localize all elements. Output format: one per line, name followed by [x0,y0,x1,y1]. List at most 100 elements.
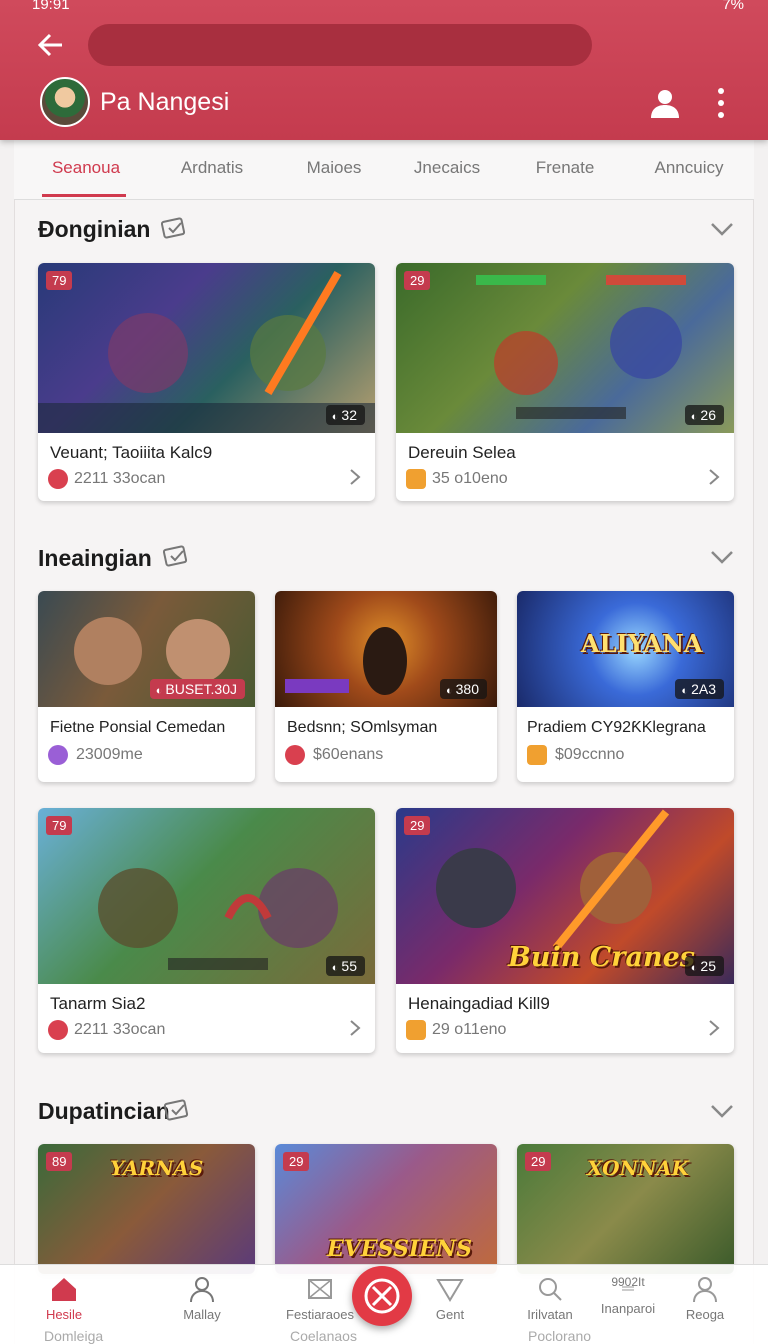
peek-label: Poclorano [528,1328,592,1344]
nav-label: Gent [435,1307,465,1322]
chevron-down-icon[interactable] [710,1104,734,1118]
game-title: Fietne Ponsial Cemedan [50,719,226,736]
game-card[interactable]: 29 26 Dereuin Selea 35 o10eno [396,263,734,501]
player-count: 55 [325,956,365,976]
game-thumbnail: Buin Cranes 29 25 [396,808,734,984]
game-logo-text: XONNAK [587,1156,690,1180]
game-meta: 2211 33ocan [74,470,166,487]
game-meta: $60enans [313,746,384,763]
profile-icon[interactable] [648,86,682,120]
game-card[interactable]: 380 Bedsnn; SOmlsyman $60enans [275,591,497,782]
flower-icon [285,745,305,765]
game-badge: 29 [404,816,431,835]
game-title: Tanarm Sia2 [50,994,146,1013]
game-badge: 29 [525,1152,552,1171]
player-count: 380 [439,679,487,699]
home-icon [52,1278,76,1301]
game-card[interactable]: Buin Cranes 29 25 Henaingadiad Kill9 29 … [396,808,734,1053]
chevron-right-icon[interactable] [349,468,361,486]
status-bar: 19:91 7% [0,0,768,14]
active-tab-indicator [42,194,126,197]
game-logo-text: ALIYANA [581,629,703,658]
nav-gent[interactable]: Gent [400,1265,500,1325]
game-meta: 2211 33ocan [74,1021,166,1038]
game-badge: 89 [46,1152,73,1171]
battery-level: 7% [722,0,744,13]
game-logo-text: YARNAS [110,1156,204,1180]
game-thumbnail: 79 55 [38,808,375,984]
game-thumbnail: 79 32 [38,263,375,433]
chevron-right-icon[interactable] [349,1019,361,1037]
game-title: Dereuin Selea [408,443,516,462]
game-meta: $09ccnno [555,746,625,763]
peek-label: Domleiga [44,1328,104,1344]
game-thumbnail: 29 26 [396,263,734,433]
ticket-icon [162,545,188,567]
chevron-down-icon[interactable] [710,550,734,564]
send-icon [436,1279,464,1302]
game-card[interactable]: EVESSIENS 29 [275,1144,497,1274]
nav-label: Mallay [183,1307,221,1322]
list-icon [622,1286,634,1291]
tab-anncuicy[interactable]: Anncuicy [634,158,744,178]
game-title: Pradiem CY92ƘKlegrana [527,719,706,736]
game-badge: 79 [46,271,73,290]
nav-reoga[interactable]: Reoga [655,1265,755,1325]
nav-label: Reoga [685,1307,725,1322]
tab-seanoua[interactable]: Seanoua [44,158,128,178]
game-title: Bedsnn; SOmlsyman [287,719,438,736]
game-card[interactable]: YARNAS 89 [38,1144,255,1274]
player-count: 25 [684,956,724,976]
status-time: 19:91 [32,0,70,13]
game-card[interactable]: XONNAK 29 [517,1144,734,1274]
search-bar[interactable] [88,24,592,66]
game-thumbnail: YARNAS 89 [38,1144,255,1274]
hex-badge-icon [406,469,426,489]
game-card[interactable]: ALIYANA 2A3 Pradiem CY92ƘKlegrana $09ccn… [517,591,734,782]
chevron-right-icon[interactable] [708,468,720,486]
tab-maioes[interactable]: Maioes [290,158,378,178]
person-icon [693,1277,717,1303]
game-thumbnail: EVESSIENS 29 [275,1144,497,1274]
chevron-right-icon[interactable] [708,1019,720,1037]
game-meta: 23009me [76,746,143,763]
game-card[interactable]: 79 32 Veuant; Taoiiita Kalc9 2211 33ocan [38,263,375,501]
game-thumbnail: ALIYANA 2A3 [517,591,734,707]
game-meta: 29 o11eno [432,1021,507,1038]
nav-label: Hesile [45,1307,83,1322]
more-vert-icon[interactable] [712,86,730,120]
game-badge: 79 [46,816,73,835]
ticket-icon [163,1099,189,1121]
tab-ardnatis[interactable]: Ardnatis [164,158,260,178]
mail-icon [308,1279,332,1299]
game-thumbnail: XONNAK 29 [517,1144,734,1274]
nav-mallay[interactable]: Mallay [152,1265,252,1325]
game-logo-text: EVESSIENS [327,1236,472,1262]
peek-label: Coelanaos [290,1328,357,1344]
game-card[interactable]: BUSET.30J Fietne Ponsial Cemedan 23009me [38,591,255,782]
close-icon [364,1278,400,1314]
avatar[interactable] [40,77,90,127]
nav-home[interactable]: Hesile [14,1265,114,1325]
heart-check-icon [48,1020,68,1040]
app-header: 19:91 7% Pa Nangesi [0,0,768,140]
game-logo-text: Buin Cranes [508,942,695,973]
tab-jnecaics[interactable]: Jnecaics [402,158,492,178]
close-fab-button[interactable] [352,1266,412,1326]
tab-frenate[interactable]: Frenate [522,158,608,178]
heart-check-icon [48,469,68,489]
game-badge: 29 [404,271,431,290]
game-title: Henaingadiad Kill9 [408,994,550,1013]
back-arrow-icon[interactable] [34,28,68,62]
game-card[interactable]: 79 55 Tanarm Sia2 2211 33ocan [38,808,375,1053]
section-title: Đonginian [38,216,151,242]
game-thumbnail: BUSET.30J [38,591,255,707]
game-meta: 35 o10eno [432,470,508,487]
player-count: 2A3 [675,679,724,699]
game-thumbnail: 380 [275,591,497,707]
section-title: Ineaingian [38,545,152,571]
player-count: 32 [325,405,365,425]
chevron-down-icon[interactable] [710,222,734,236]
app-title: Pa Nangesi [100,88,230,116]
hex-badge-icon [406,1020,426,1040]
